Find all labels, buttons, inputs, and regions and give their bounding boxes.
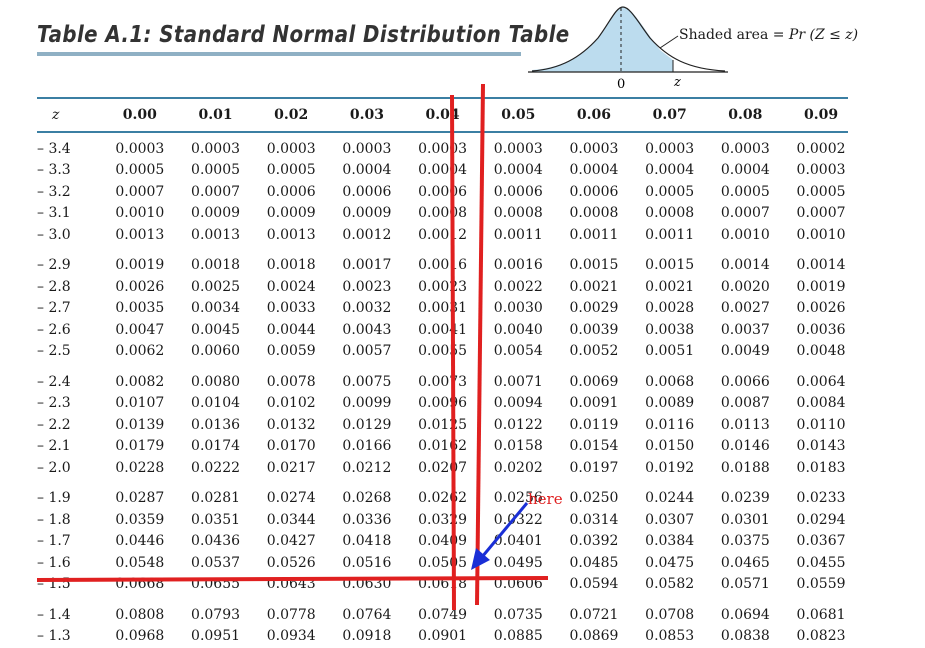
annotation-layer <box>36 83 549 611</box>
red-horizontal-line <box>36 576 549 582</box>
blue-arrow-shaft <box>480 502 529 558</box>
red-vertical-line-right <box>475 83 485 606</box>
here-annotation: here <box>528 490 563 508</box>
red-vertical-line-left <box>450 94 456 611</box>
